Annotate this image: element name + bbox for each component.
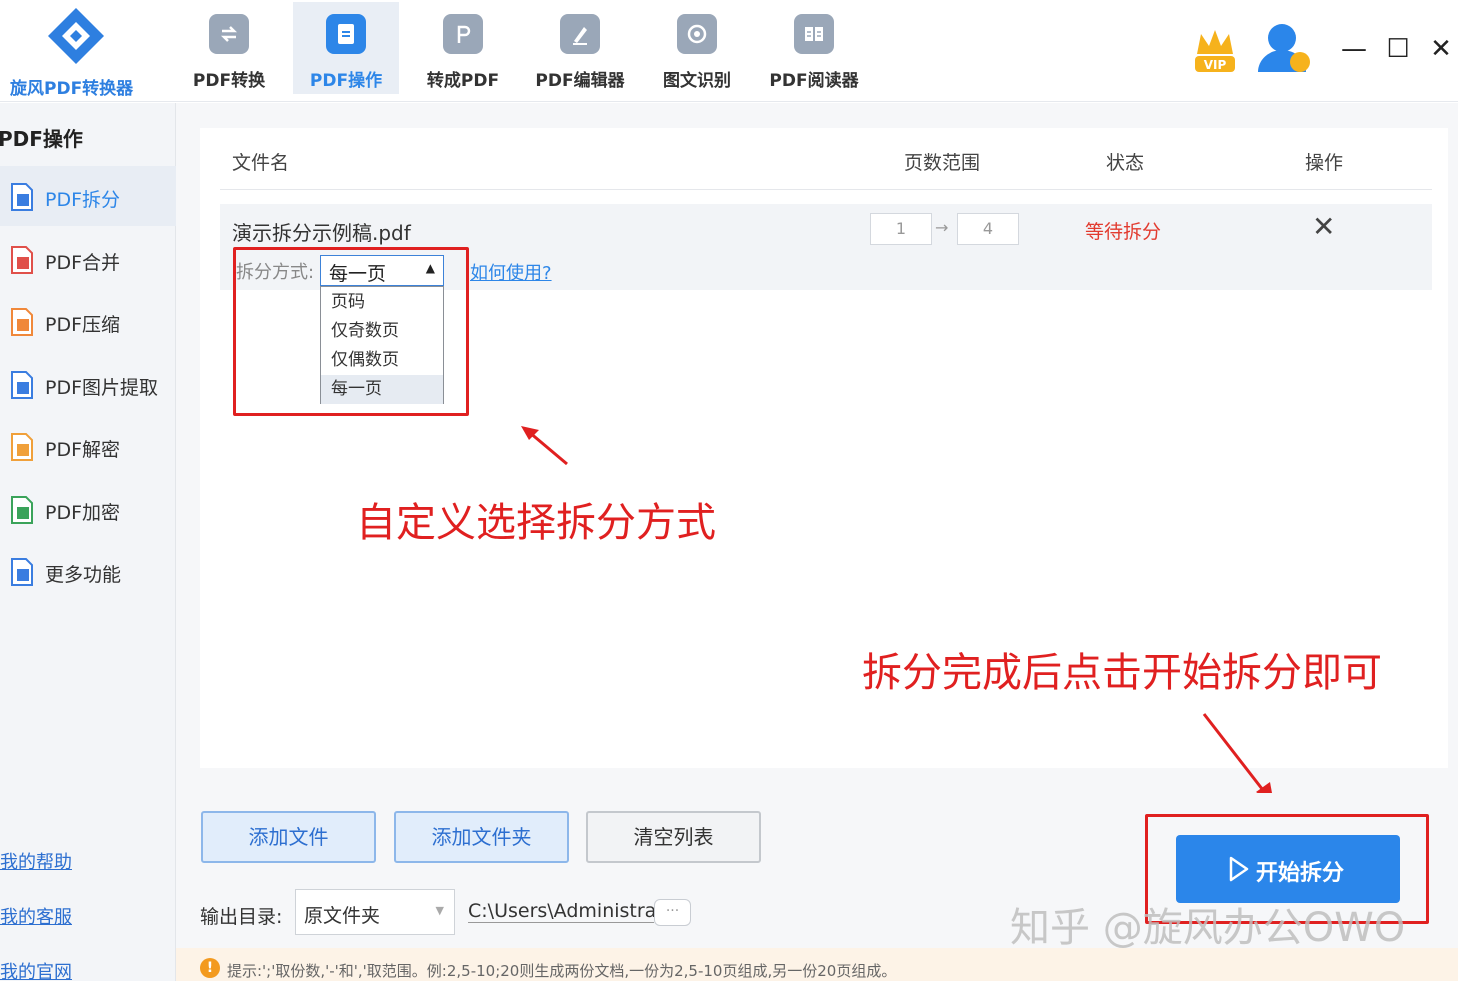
user-avatar-icon[interactable]: [1254, 18, 1314, 78]
column-header-page-range: 页数范围: [904, 152, 981, 174]
column-header-status: 状态: [1106, 152, 1145, 174]
sidebar-item-pdf-merge[interactable]: PDF合并: [0, 229, 176, 289]
tab-pdf-convert[interactable]: PDF转换: [176, 2, 282, 94]
tab-ocr[interactable]: 图文识别: [644, 2, 750, 94]
sidebar-item-pdf-compress[interactable]: PDF压缩: [0, 291, 176, 351]
clear-list-button[interactable]: 清空列表: [586, 811, 761, 863]
sidebar-item-label: PDF解密: [45, 439, 121, 461]
website-link[interactable]: 我的官网: [0, 958, 72, 984]
sidebar-title: PDF操作: [0, 127, 83, 151]
chevron-down-icon: ▼: [435, 904, 444, 917]
tab-pdf-operations[interactable]: PDF操作: [293, 2, 399, 94]
more-icon: [11, 558, 33, 586]
status-text: 等待拆分: [1085, 221, 1162, 243]
add-folder-button[interactable]: 添加文件夹: [394, 811, 569, 863]
minimize-button[interactable]: —: [1339, 34, 1369, 64]
split-icon: [11, 183, 33, 211]
app-logo: 旋风PDF转换器: [0, 0, 160, 102]
vip-crown-icon[interactable]: VIP: [1193, 28, 1237, 76]
tab-label: PDF阅读器: [769, 71, 859, 91]
output-directory-label: 输出目录:: [200, 906, 283, 928]
sidebar-item-pdf-decrypt[interactable]: PDF解密: [0, 416, 176, 476]
tab-label: PDF操作: [309, 71, 383, 91]
sidebar-item-label: PDF图片提取: [45, 377, 159, 399]
header-divider: [220, 189, 1432, 190]
arrow-right-icon: →: [935, 218, 949, 237]
tab-pdf-editor[interactable]: PDF编辑器: [527, 2, 633, 94]
help-link[interactable]: 我的帮助: [0, 848, 72, 874]
start-split-label: 开始拆分: [1256, 861, 1345, 886]
convert-icon: [209, 14, 249, 54]
tab-pdf-reader[interactable]: PDF阅读器: [761, 2, 867, 94]
tab-label: PDF转换: [192, 71, 266, 91]
maximize-button[interactable]: ☐: [1383, 34, 1413, 64]
delete-icon[interactable]: ✕: [1312, 210, 1335, 243]
output-path-field[interactable]: C:\Users\Administrator: [468, 900, 654, 923]
start-split-button[interactable]: 开始拆分: [1176, 835, 1400, 903]
file-name: 演示拆分示例稿.pdf: [232, 221, 411, 245]
sidebar-item-pdf-split[interactable]: PDF拆分: [0, 166, 176, 226]
sidebar-item-more[interactable]: 更多功能: [0, 541, 176, 601]
sidebar-item-label: 更多功能: [45, 564, 122, 586]
sidebar-item-label: PDF拆分: [45, 189, 121, 211]
sidebar-item-label: PDF压缩: [45, 314, 121, 336]
app-name: 旋风PDF转换器: [10, 79, 134, 99]
sidebar-item-label: PDF加密: [45, 502, 121, 524]
page-from-input[interactable]: 1: [870, 213, 932, 245]
info-icon: !: [200, 958, 220, 978]
decrypt-icon: [11, 433, 33, 461]
close-button[interactable]: ✕: [1426, 34, 1456, 64]
ocr-icon: [677, 14, 717, 54]
image-extract-icon: [11, 371, 33, 399]
sidebar-item-pdf-encrypt[interactable]: PDF加密: [0, 479, 176, 539]
how-to-use-link[interactable]: 如何使用?: [470, 259, 552, 285]
tab-to-pdf[interactable]: 转成PDF: [410, 2, 516, 94]
column-header-action: 操作: [1305, 152, 1344, 174]
column-header-filename: 文件名: [232, 152, 290, 174]
page-to-input[interactable]: 4: [957, 213, 1019, 245]
sidebar: PDF操作 PDF拆分 PDF合并 PDF压缩 PDF图片提取 PDF解密 PD…: [0, 103, 176, 984]
tab-label: PDF编辑器: [535, 71, 625, 91]
reader-icon: [794, 14, 834, 54]
vip-label: VIP: [1204, 58, 1227, 72]
compress-icon: [11, 308, 33, 336]
logo-icon: [48, 8, 104, 64]
merge-icon: [11, 246, 33, 274]
annotation-box-dropdown: [233, 247, 469, 416]
output-directory-select[interactable]: 原文件夹 ▼: [295, 889, 455, 935]
edit-icon: [560, 14, 600, 54]
browse-button[interactable]: ···: [654, 899, 691, 926]
annotation-arrow-icon: [521, 426, 568, 466]
sidebar-item-label: PDF合并: [45, 252, 121, 274]
tab-label: 图文识别: [663, 71, 731, 91]
tip-text: 提示:';'取份数,'-'和','取范围。例:2,5-10;20则生成两份文档,…: [227, 962, 897, 980]
sidebar-item-pdf-image-extract[interactable]: PDF图片提取: [0, 354, 176, 414]
play-icon: [1229, 856, 1249, 882]
watermark: 知乎 @旋风办公OWO: [1010, 905, 1406, 951]
annotation-choose-method: 自定义选择拆分方式: [356, 500, 716, 546]
support-link[interactable]: 我的客服: [0, 903, 72, 929]
document-icon: [326, 14, 366, 54]
top-bar: 旋风PDF转换器 PDF转换 PDF操作 转成PDF PDF编辑器 图文识别 P…: [0, 0, 1458, 102]
annotation-click-start: 拆分完成后点击开始拆分即可: [862, 650, 1382, 696]
tab-label: 转成PDF: [426, 71, 500, 91]
output-directory-value: 原文件夹: [304, 905, 381, 927]
to-pdf-icon: [443, 14, 483, 54]
add-file-button[interactable]: 添加文件: [201, 811, 376, 863]
encrypt-icon: [11, 496, 33, 524]
